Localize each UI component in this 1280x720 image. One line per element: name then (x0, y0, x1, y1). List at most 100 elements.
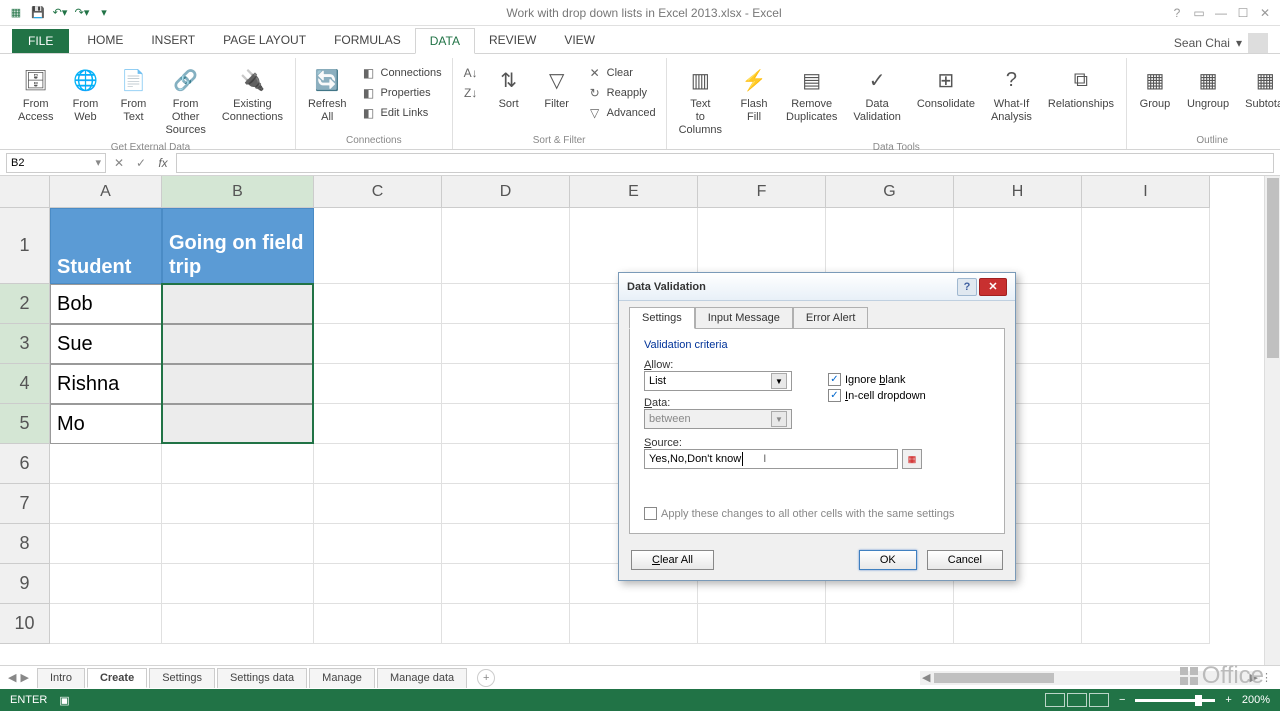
from-text-button[interactable]: 📄FromText (111, 62, 155, 126)
flash-fill-button[interactable]: ⚡FlashFill (732, 62, 776, 126)
filter-button[interactable]: ▽Filter (535, 62, 579, 113)
cell-D4[interactable] (442, 364, 570, 404)
row-header-2[interactable]: 2 (0, 284, 50, 324)
cell-I6[interactable] (1082, 444, 1210, 484)
dialog-tab-input-message[interactable]: Input Message (695, 307, 793, 329)
cell-D3[interactable] (442, 324, 570, 364)
col-header-A[interactable]: A (50, 176, 162, 208)
save-icon[interactable]: 💾 (30, 5, 46, 21)
cell-C2[interactable] (314, 284, 442, 324)
cell-A2[interactable]: Bob (50, 284, 162, 324)
zoom-out-button[interactable]: − (1119, 694, 1125, 706)
connections-button[interactable]: ◧Connections (357, 64, 446, 82)
cell-B1[interactable]: Going on field trip (162, 208, 314, 284)
row-header-6[interactable]: 6 (0, 444, 50, 484)
cell-A5[interactable]: Mo (50, 404, 162, 444)
cell-B10[interactable] (162, 604, 314, 644)
sheet-tab-create[interactable]: Create (87, 668, 147, 688)
sheet-tab-intro[interactable]: Intro (37, 668, 85, 688)
cell-D7[interactable] (442, 484, 570, 524)
cell-B4[interactable] (162, 364, 314, 404)
cell-I2[interactable] (1082, 284, 1210, 324)
cell-D8[interactable] (442, 524, 570, 564)
cell-D6[interactable] (442, 444, 570, 484)
cell-C8[interactable] (314, 524, 442, 564)
subtotal-button[interactable]: ▦Subtotal (1239, 62, 1280, 113)
col-header-H[interactable]: H (954, 176, 1082, 208)
apply-all-checkbox[interactable]: Apply these changes to all other cells w… (644, 507, 990, 520)
cell-I7[interactable] (1082, 484, 1210, 524)
properties-button[interactable]: ◧Properties (357, 84, 446, 102)
col-header-D[interactable]: D (442, 176, 570, 208)
sheet-tab-settings[interactable]: Settings (149, 668, 215, 688)
consolidate-button[interactable]: ⊞Consolidate (911, 62, 981, 113)
remove-duplicates-button[interactable]: ▤RemoveDuplicates (780, 62, 843, 126)
page-layout-view-button[interactable] (1067, 693, 1087, 707)
dialog-title-bar[interactable]: Data Validation ? ✕ (619, 273, 1015, 301)
cell-I1[interactable] (1082, 208, 1210, 284)
vertical-scrollbar[interactable] (1264, 176, 1280, 665)
cell-A4[interactable]: Rishna (50, 364, 162, 404)
fx-icon[interactable]: fx (154, 154, 172, 172)
dialog-tab-error-alert[interactable]: Error Alert (793, 307, 869, 329)
cancel-formula-icon[interactable]: ✕ (110, 154, 128, 172)
cell-I8[interactable] (1082, 524, 1210, 564)
col-header-B[interactable]: B (162, 176, 314, 208)
sort-za-button[interactable]: Z↓ (459, 84, 483, 102)
clear-button[interactable]: ✕Clear (583, 64, 660, 82)
close-icon[interactable]: ✕ (1256, 4, 1274, 22)
ribbon-options-icon[interactable]: ▭ (1190, 4, 1208, 22)
cell-A7[interactable] (50, 484, 162, 524)
source-input[interactable]: Yes,No,Don't knowI (644, 449, 898, 469)
cell-A3[interactable]: Sue (50, 324, 162, 364)
cancel-button[interactable]: Cancel (927, 550, 1003, 570)
row-header-1[interactable]: 1 (0, 208, 50, 284)
cell-A9[interactable] (50, 564, 162, 604)
cell-G10[interactable] (826, 604, 954, 644)
cell-H10[interactable] (954, 604, 1082, 644)
cell-D5[interactable] (442, 404, 570, 444)
ribbon-tab-home[interactable]: HOME (73, 28, 137, 53)
relationships-button[interactable]: ⧉Relationships (1042, 62, 1120, 113)
cell-D9[interactable] (442, 564, 570, 604)
ok-button[interactable]: OK (859, 550, 917, 570)
from-other-sources-button[interactable]: 🔗FromOther Sources (159, 62, 211, 140)
cell-D1[interactable] (442, 208, 570, 284)
ignore-blank-checkbox[interactable]: ✓Ignore blank (828, 373, 926, 386)
row-header-7[interactable]: 7 (0, 484, 50, 524)
cell-C9[interactable] (314, 564, 442, 604)
range-select-button[interactable]: ▦ (902, 449, 922, 469)
cell-C1[interactable] (314, 208, 442, 284)
user-dropdown-icon[interactable]: ▾ (1236, 36, 1242, 50)
cell-B6[interactable] (162, 444, 314, 484)
dialog-tab-settings[interactable]: Settings (629, 307, 695, 329)
cell-B5[interactable] (162, 404, 314, 444)
ribbon-tab-formulas[interactable]: FORMULAS (320, 28, 415, 53)
name-box[interactable]: B2▾ (6, 153, 106, 173)
zoom-in-button[interactable]: + (1225, 694, 1231, 706)
page-break-view-button[interactable] (1089, 693, 1109, 707)
cell-B9[interactable] (162, 564, 314, 604)
undo-icon[interactable]: ↶▾ (52, 5, 68, 21)
ribbon-tab-data[interactable]: DATA (415, 28, 475, 54)
from-web-button[interactable]: 🌐FromWeb (63, 62, 107, 126)
advanced-button[interactable]: ▽Advanced (583, 104, 660, 122)
cell-A8[interactable] (50, 524, 162, 564)
maximize-icon[interactable]: ☐ (1234, 4, 1252, 22)
row-header-3[interactable]: 3 (0, 324, 50, 364)
cell-I4[interactable] (1082, 364, 1210, 404)
row-header-5[interactable]: 5 (0, 404, 50, 444)
existing-connections-button[interactable]: 🔌ExistingConnections (216, 62, 289, 126)
select-all-corner[interactable] (0, 176, 50, 208)
cell-C10[interactable] (314, 604, 442, 644)
cell-B2[interactable] (162, 284, 314, 324)
cell-C3[interactable] (314, 324, 442, 364)
row-header-4[interactable]: 4 (0, 364, 50, 404)
cell-B3[interactable] (162, 324, 314, 364)
sheet-tab-manage-data[interactable]: Manage data (377, 668, 467, 688)
cell-A6[interactable] (50, 444, 162, 484)
what-if-analysis-button[interactable]: ?What-IfAnalysis (985, 62, 1038, 126)
enter-formula-icon[interactable]: ✓ (132, 154, 150, 172)
row-header-10[interactable]: 10 (0, 604, 50, 644)
cell-B7[interactable] (162, 484, 314, 524)
